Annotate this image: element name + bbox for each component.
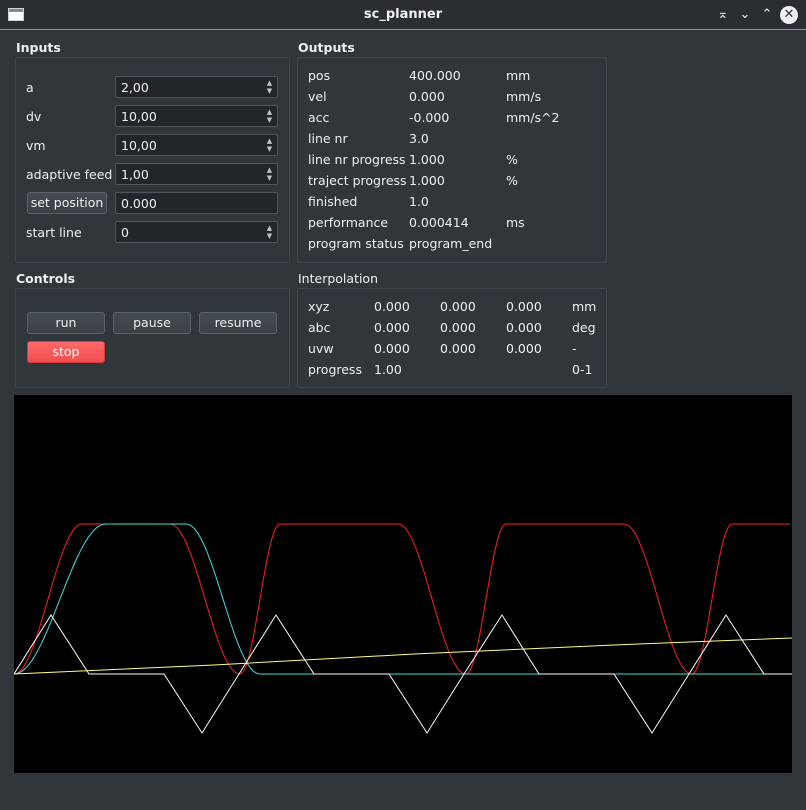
interpolation-title: Interpolation — [298, 271, 378, 286]
keep-above-icon[interactable]: ⌅ — [713, 5, 733, 25]
stop-button[interactable]: stop — [27, 341, 105, 363]
output-value: 1.0 — [409, 194, 429, 209]
output-value: 0.000414 — [409, 215, 469, 230]
adaptive-feed-spinbox[interactable]: 1,00 ▲ ▼ — [115, 163, 278, 185]
controls-group — [15, 288, 290, 388]
output-label: vel — [308, 89, 327, 104]
spin-arrows-icon[interactable]: ▲ ▼ — [264, 166, 275, 182]
output-unit: % — [506, 152, 518, 167]
interpolation-unit: 0-1 — [572, 362, 593, 377]
interpolation-v2: 0.000 — [440, 341, 476, 356]
title-bar: sc_planner ⌅ ⌄ ⌃ ✕ — [0, 0, 806, 30]
output-label: line nr — [308, 131, 348, 146]
resume-button[interactable]: resume — [199, 312, 277, 334]
output-unit: mm/s — [506, 89, 542, 104]
output-label: traject progress — [308, 173, 407, 188]
spin-arrows-icon[interactable]: ▲ ▼ — [264, 108, 275, 124]
interpolation-v3: 0.000 — [506, 299, 542, 314]
interpolation-label: xyz — [308, 299, 330, 314]
progress-curve — [13, 637, 793, 675]
dv-spinbox[interactable]: 10,00 ▲ ▼ — [115, 105, 278, 127]
interpolation-v3: 0.000 — [506, 341, 542, 356]
output-unit: ms — [506, 215, 525, 230]
velocity-curve — [13, 523, 790, 675]
interpolation-v1: 0.000 — [374, 320, 410, 335]
output-label: performance — [308, 215, 389, 230]
motion-plot — [13, 395, 793, 773]
position-input[interactable]: 0.000 — [115, 192, 278, 214]
window-title: sc_planner — [363, 7, 443, 22]
interpolation-unit: deg — [572, 320, 596, 335]
interpolation-unit: mm — [572, 299, 597, 314]
output-unit: % — [506, 173, 518, 188]
controls-title: Controls — [16, 271, 76, 286]
motion-plot-canvas — [13, 523, 793, 734]
output-value: -0.000 — [409, 110, 450, 125]
interpolation-v2: 0.000 — [440, 299, 476, 314]
output-label: program status — [308, 236, 404, 251]
set-position-button[interactable]: set position — [27, 192, 107, 214]
spin-arrows-icon[interactable]: ▲ ▼ — [264, 137, 275, 153]
output-label: acc — [308, 110, 330, 125]
outputs-title: Outputs — [298, 40, 355, 55]
output-value: program_end — [409, 236, 493, 251]
output-value: 3.0 — [409, 131, 429, 146]
interpolation-label: uvw — [308, 341, 334, 356]
vm-spinbox[interactable]: 10,00 ▲ ▼ — [115, 134, 278, 156]
interpolation-unit: - — [572, 341, 577, 356]
interpolation-v2: 0.000 — [440, 320, 476, 335]
interpolation-v1: 1.00 — [374, 362, 402, 377]
spin-arrows-icon[interactable]: ▲ ▼ — [264, 224, 275, 240]
interpolation-label: abc — [308, 320, 331, 335]
dv-label: dv — [26, 109, 42, 124]
output-value: 400.000 — [409, 68, 461, 83]
a-spinbox[interactable]: 2,00 ▲ ▼ — [115, 76, 278, 98]
interpolation-label: progress — [308, 362, 362, 377]
inputs-title: Inputs — [16, 40, 61, 55]
output-value: 1.000 — [409, 173, 445, 188]
output-unit: mm/s^2 — [506, 110, 560, 125]
vm-label: vm — [26, 138, 46, 153]
interpolation-v3: 0.000 — [506, 320, 542, 335]
interpolation-v1: 0.000 — [374, 341, 410, 356]
adaptive-feed-label: adaptive feed — [26, 167, 113, 182]
interpolation-v1: 0.000 — [374, 299, 410, 314]
spin-arrows-icon[interactable]: ▲ ▼ — [264, 79, 275, 95]
output-label: line nr progress — [308, 152, 406, 167]
start-line-spinbox[interactable]: 0 ▲ ▼ — [115, 221, 278, 243]
run-button[interactable]: run — [27, 312, 105, 334]
output-label: finished — [308, 194, 358, 209]
a-label: a — [26, 80, 34, 95]
close-icon[interactable]: ✕ — [780, 6, 798, 24]
pause-button[interactable]: pause — [113, 312, 191, 334]
output-label: pos — [308, 68, 331, 83]
output-value: 0.000 — [409, 89, 445, 104]
minimize-icon[interactable]: ⌄ — [735, 5, 755, 25]
maximize-icon[interactable]: ⌃ — [757, 5, 777, 25]
output-unit: mm — [506, 68, 531, 83]
start-line-label: start line — [26, 225, 82, 240]
output-value: 1.000 — [409, 152, 445, 167]
